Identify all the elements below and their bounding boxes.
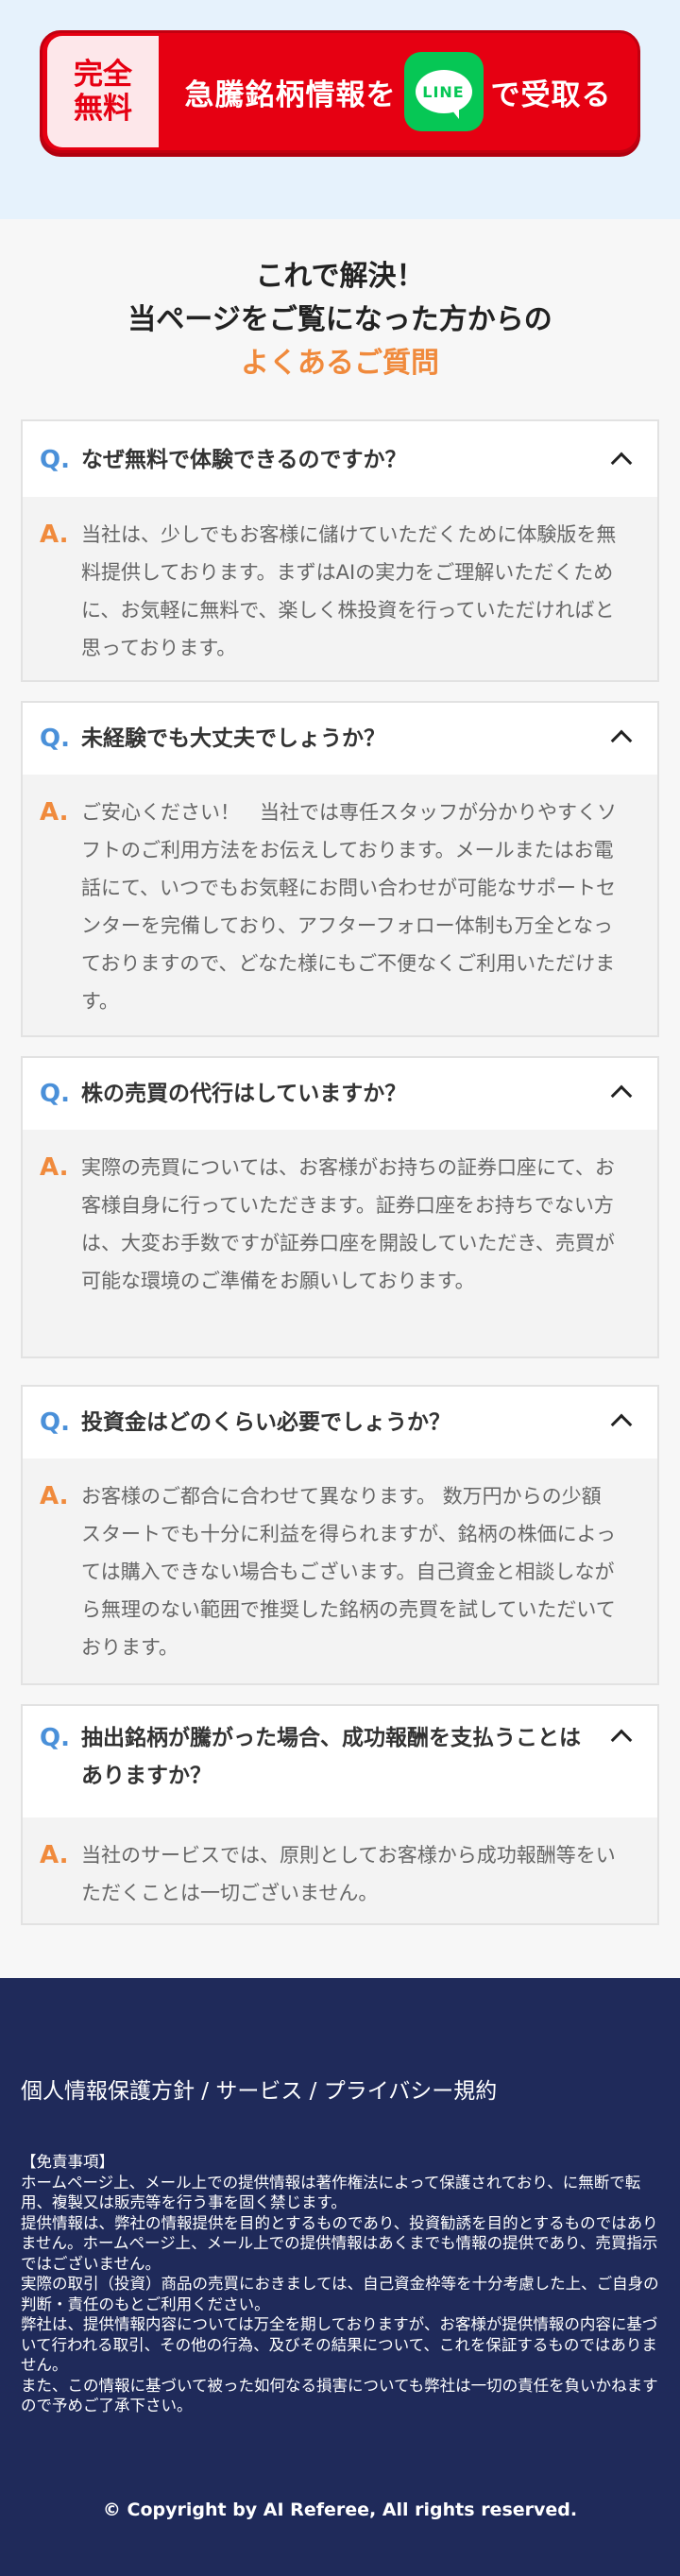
copyright: © Copyright by AI Referee, All rights re… xyxy=(102,2499,578,2520)
chevron-up-icon[interactable] xyxy=(610,452,633,474)
disclaimer-paragraph: 実際の取引（投資）商品の売買におきましては、自己資金枠等を十分考慮した上、ご自身… xyxy=(21,2275,659,2313)
disclaimer-paragraph: また、この情報に基づいて被った如何なる損害についても弊社は一切の責任を負いかねま… xyxy=(21,2376,658,2415)
faq-question-text: なぜ無料で体験できるのですか？ xyxy=(81,448,407,472)
faq-question[interactable]: Q. 投資金はどのくらい必要でしょうか？ xyxy=(23,1387,657,1459)
answer-mark: A. xyxy=(40,1841,69,1869)
faq-answer: A. 当社は、少しでもお客様に儲けていただくために体験版を無料提供しております。… xyxy=(23,497,657,680)
disclaimer-paragraph: ホームページ上、メール上での提供情報は著作権法によって保護されており、に無断で転… xyxy=(21,2173,641,2212)
top-banner-area: 完全 無料 急騰銘柄情報を LINE で受取る xyxy=(0,0,680,219)
faq-item: Q. 株の売買の代行はしていますか？ A. 実際の売買については、お客様がお持ち… xyxy=(21,1056,659,1358)
free-badge: 完全 無料 xyxy=(47,36,159,147)
footer: 個人情報保護方針 / サービス / プライバシー規約 【免責事項】 ホームページ… xyxy=(0,1978,680,2576)
faq-item: Q. なぜ無料で体験できるのですか？ A. 当社は、少しでもお客様に儲けていただ… xyxy=(21,419,659,682)
footer-policy-links[interactable]: 個人情報保護方針 / サービス / プライバシー規約 xyxy=(21,2073,497,2105)
chevron-up-icon[interactable] xyxy=(610,1413,633,1436)
answer-mark: A. xyxy=(40,1482,69,1510)
free-badge-line2: 無料 xyxy=(74,92,132,126)
faq-answer-text: 実際の売買については、お客様がお持ちの証券口座にて、お客様自身に行っていただきま… xyxy=(81,1156,615,1292)
cta-text-after: で受取る xyxy=(490,77,612,112)
chevron-up-icon[interactable] xyxy=(610,1729,633,1751)
answer-mark: A. xyxy=(40,798,69,827)
faq-question-text: 未経験でも大丈夫でしょうか？ xyxy=(81,726,385,751)
faq-item: Q. 未経験でも大丈夫でしょうか？ A. ご安心ください！ 当社では専任スタッフ… xyxy=(21,701,659,1037)
answer-mark: A. xyxy=(40,1153,69,1182)
chevron-up-icon[interactable] xyxy=(610,1084,633,1107)
faq-heading: これで解決！ 当ページをご覧になった方からの よくあるご質問 xyxy=(0,219,680,385)
faq-question[interactable]: Q. なぜ無料で体験できるのですか？ xyxy=(23,421,657,497)
faq-question-text: 株の売買の代行はしていますか？ xyxy=(81,1082,407,1106)
cta-text-before: 急騰銘柄情報を xyxy=(184,77,397,112)
line-logo-text: LINE xyxy=(415,70,472,119)
question-mark: Q. xyxy=(40,1080,70,1108)
question-mark: Q. xyxy=(40,725,70,753)
faq-question[interactable]: Q. 未経験でも大丈夫でしょうか？ xyxy=(23,703,657,775)
faq-question-text: 投資金はどのくらい必要でしょうか？ xyxy=(81,1410,450,1435)
faq-answer: A. 当社のサービスでは、原則としてお客様から成功報酬等をいただくことは一切ござ… xyxy=(23,1817,657,1923)
chevron-up-icon[interactable] xyxy=(610,729,633,752)
disclaimer-paragraph: 提供情報は、弊社の情報提供を目的とするものであり、投資勧誘を目的とするものではあ… xyxy=(21,2213,658,2273)
answer-mark: A. xyxy=(40,520,69,549)
faq-answer-text: ご安心ください！ 当社では専任スタッフが分かりやすくソフトのご利用方法をお伝えし… xyxy=(81,801,617,1013)
faq-question[interactable]: Q. 抽出銘柄が騰がった場合、成功報酬を支払うことはありますか？ xyxy=(23,1706,657,1817)
faq-answer-text: 当社のサービスでは、原則としてお客様から成功報酬等をいただくことは一切ございませ… xyxy=(81,1844,616,1904)
faq-answer-text: お客様のご都合に合わせて異なります。 数万円からの少額スタートでも十分に利益を得… xyxy=(81,1485,616,1659)
faq-answer-text: 当社は、少しでもお客様に儲けていただくために体験版を無料提供しております。まずは… xyxy=(81,523,617,659)
disclaimer-title: 【免責事項】 xyxy=(21,2153,114,2171)
faq-heading-line1: これで解決！ xyxy=(255,260,425,293)
faq-answer: A. お客様のご都合に合わせて異なります。 数万円からの少額スタートでも十分に利… xyxy=(23,1459,657,1683)
faq-answer: A. 実際の売買については、お客様がお持ちの証券口座にて、お客様自身に行っていた… xyxy=(23,1130,657,1356)
faq-answer: A. ご安心ください！ 当社では専任スタッフが分かりやすくソフトのご利用方法をお… xyxy=(23,775,657,1035)
question-mark: Q. xyxy=(40,1724,70,1752)
faq-heading-line3: よくあるご質問 xyxy=(241,347,439,380)
line-cta-button[interactable]: 完全 無料 急騰銘柄情報を LINE で受取る xyxy=(40,30,640,153)
faq-item: Q. 投資金はどのくらい必要でしょうか？ A. お客様のご都合に合わせて異なりま… xyxy=(21,1385,659,1685)
disclaimer-paragraph: 弊社は、提供情報内容については万全を期しておりますが、お客様が提供情報の内容に基… xyxy=(21,2315,658,2374)
faq-question-text: 抽出銘柄が騰がった場合、成功報酬を支払うことはありますか？ xyxy=(81,1726,581,1788)
cta-text: 急騰銘柄情報を LINE で受取る xyxy=(159,52,638,131)
disclaimer: 【免責事項】 ホームページ上、メール上での提供情報は著作権法によって保護されてお… xyxy=(21,2152,663,2416)
faq-item: Q. 抽出銘柄が騰がった場合、成功報酬を支払うことはありますか？ A. 当社のサ… xyxy=(21,1704,659,1925)
faq-question[interactable]: Q. 株の売買の代行はしていますか？ xyxy=(23,1058,657,1130)
free-badge-line1: 完全 xyxy=(74,58,132,92)
line-logo-icon: LINE xyxy=(403,52,484,131)
faq-heading-line2: 当ページをご覧になった方からの xyxy=(128,303,552,336)
question-mark: Q. xyxy=(40,446,70,474)
question-mark: Q. xyxy=(40,1408,70,1437)
